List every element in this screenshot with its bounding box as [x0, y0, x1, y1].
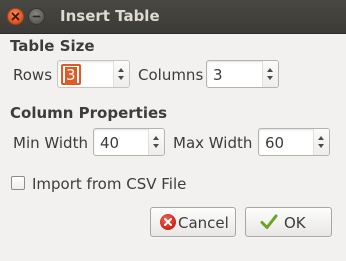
insert-table-dialog: Insert Table Table Size Rows 3 Columns 3…	[0, 0, 346, 261]
rows-label: Rows	[13, 66, 53, 84]
title-bar: Insert Table	[0, 0, 346, 34]
import-csv-checkbox[interactable]	[11, 176, 25, 190]
columns-spinbox[interactable]: 3	[206, 60, 279, 88]
cancel-icon	[160, 214, 176, 230]
columns-value[interactable]: 3	[213, 66, 223, 84]
rows-value[interactable]: 3	[61, 64, 81, 85]
minimize-icon	[32, 15, 41, 18]
columns-increment-icon[interactable]	[267, 68, 273, 72]
columns-stepper[interactable]	[262, 61, 278, 87]
max-width-increment-icon[interactable]	[318, 136, 324, 140]
table-size-heading: Table Size	[10, 37, 95, 55]
rows-decrement-icon[interactable]	[118, 76, 124, 80]
max-width-stepper[interactable]	[313, 129, 329, 155]
window-title: Insert Table	[60, 7, 160, 25]
min-width-label: Min Width	[13, 134, 88, 152]
checkmark-icon	[260, 214, 278, 229]
max-width-value[interactable]: 60	[265, 134, 284, 152]
columns-decrement-icon[interactable]	[267, 76, 273, 80]
close-window-button[interactable]	[7, 8, 24, 25]
max-width-spinbox[interactable]: 60	[258, 128, 330, 156]
rows-increment-icon[interactable]	[118, 68, 124, 72]
max-width-label: Max Width	[173, 134, 253, 152]
minimize-window-button[interactable]	[28, 8, 45, 25]
cancel-button[interactable]: Cancel	[150, 207, 236, 237]
cancel-button-label: Cancel	[178, 214, 229, 232]
import-csv-label[interactable]: Import from CSV File	[32, 175, 186, 193]
close-icon	[11, 12, 20, 21]
max-width-decrement-icon[interactable]	[318, 144, 324, 148]
rows-spinbox[interactable]: 3	[57, 60, 130, 88]
min-width-increment-icon[interactable]	[153, 136, 159, 140]
rows-stepper[interactable]	[113, 61, 129, 87]
columns-label: Columns	[138, 66, 204, 84]
ok-button[interactable]: OK	[245, 207, 332, 237]
min-width-decrement-icon[interactable]	[153, 144, 159, 148]
column-properties-heading: Column Properties	[10, 104, 168, 122]
min-width-value[interactable]: 40	[100, 134, 119, 152]
min-width-stepper[interactable]	[148, 129, 164, 155]
ok-button-label: OK	[284, 214, 306, 232]
min-width-spinbox[interactable]: 40	[93, 128, 165, 156]
